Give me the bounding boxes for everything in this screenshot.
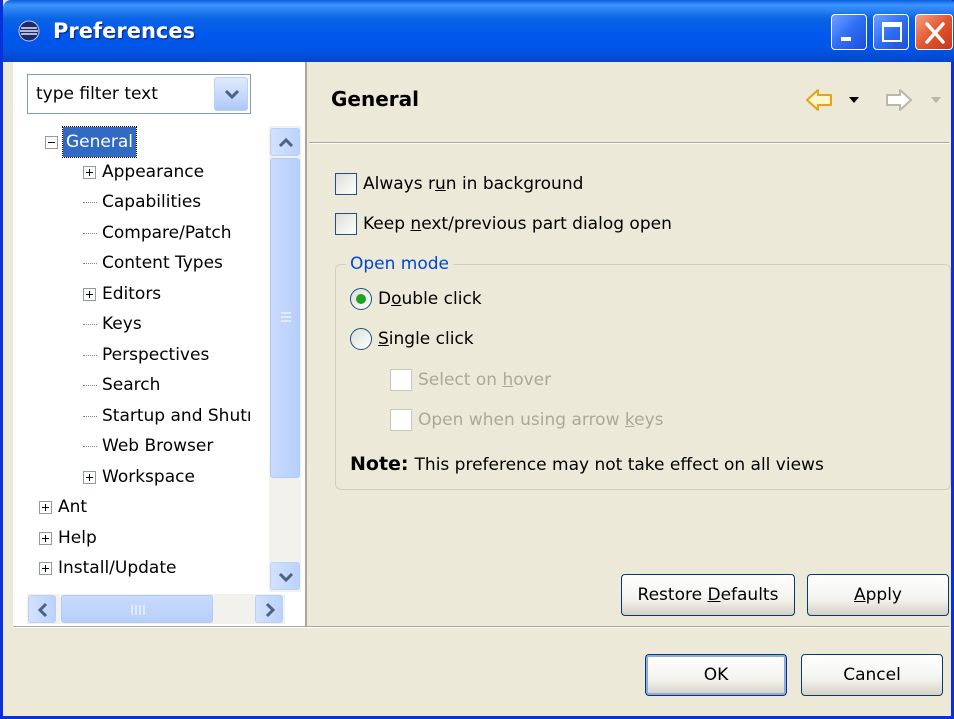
tree-item-install-update[interactable]: Install/Update xyxy=(39,553,179,583)
tree-line xyxy=(83,355,97,356)
tree-line xyxy=(83,263,97,264)
chevron-left-icon xyxy=(37,602,48,618)
expand-icon[interactable] xyxy=(83,471,96,484)
forward-menu-chevron-icon xyxy=(929,84,943,121)
radio-selected-indicator xyxy=(356,294,366,304)
chevron-up-icon xyxy=(278,137,294,148)
filter-combo[interactable] xyxy=(27,74,251,114)
back-menu-chevron-icon[interactable] xyxy=(847,84,861,121)
apply-button[interactable]: Apply xyxy=(807,574,949,616)
close-icon xyxy=(925,22,945,44)
keep-part-dialog-open-checkbox[interactable] xyxy=(335,213,357,235)
restore-defaults-button[interactable]: Restore Defaults xyxy=(621,574,795,616)
ok-button[interactable]: OK xyxy=(645,654,787,696)
tree-item-startup-shutdown[interactable]: Startup and Shutı xyxy=(83,401,255,431)
select-on-hover-checkbox xyxy=(390,369,412,391)
chevron-down-icon xyxy=(278,572,294,583)
eclipse-app-icon xyxy=(17,20,41,42)
maximize-icon xyxy=(882,22,902,42)
cancel-button[interactable]: Cancel xyxy=(801,654,943,696)
tree-line xyxy=(83,324,97,325)
minimize-icon xyxy=(841,37,851,41)
tree-item-appearance[interactable]: Appearance xyxy=(83,157,207,187)
preference-tree-pane: General Appearance Capabilities Compare/… xyxy=(13,62,307,626)
chevron-right-icon xyxy=(265,602,276,618)
filter-input[interactable] xyxy=(28,75,208,113)
title-bar[interactable]: Preferences xyxy=(3,0,954,62)
tree-item-general[interactable]: General xyxy=(45,126,137,158)
horizontal-scroll-thumb[interactable] xyxy=(61,595,213,623)
filter-dropdown-button[interactable] xyxy=(214,77,248,111)
single-click-radio[interactable] xyxy=(350,328,372,350)
header-separator xyxy=(309,142,949,144)
tree-line xyxy=(83,446,97,447)
expand-icon[interactable] xyxy=(39,501,52,514)
vertical-scroll-thumb[interactable] xyxy=(270,158,300,478)
expand-icon[interactable] xyxy=(39,562,52,575)
scroll-left-button[interactable] xyxy=(28,595,56,623)
tree-item-perspectives[interactable]: Perspectives xyxy=(83,340,212,370)
page-header: General xyxy=(309,62,949,142)
tree-vertical-scrollbar[interactable] xyxy=(269,126,301,592)
open-mode-group: Open mode Double click Single click Sele… xyxy=(335,251,951,490)
maximize-button[interactable] xyxy=(873,14,909,50)
chevron-down-icon xyxy=(224,89,240,100)
tree-horizontal-scrollbar[interactable] xyxy=(27,594,285,624)
open-arrow-keys-checkbox xyxy=(390,409,412,431)
tree-item-keys[interactable]: Keys xyxy=(83,309,145,339)
open-mode-group-title: Open mode xyxy=(346,251,454,277)
tree-item-compare-patch[interactable]: Compare/Patch xyxy=(83,218,235,248)
note: Note: This preference may not take effect… xyxy=(350,449,824,480)
tree-item-web-browser[interactable]: Web Browser xyxy=(83,431,216,461)
tree-line xyxy=(83,233,97,234)
tree-line xyxy=(83,385,97,386)
collapse-icon[interactable] xyxy=(45,136,58,149)
forward-arrow-icon xyxy=(883,84,915,121)
preferences-dialog: Preferences General xyxy=(0,0,954,719)
preference-page: General Always run in background Keep ne… xyxy=(309,62,951,626)
expand-icon[interactable] xyxy=(83,166,96,179)
always-run-background-checkbox[interactable] xyxy=(335,173,357,195)
minimize-button[interactable] xyxy=(831,14,867,50)
tree-item-help[interactable]: Help xyxy=(39,523,100,553)
button-bar-separator xyxy=(13,626,949,628)
back-arrow-icon[interactable] xyxy=(803,84,835,121)
note-text: This preference may not take effect on a… xyxy=(414,455,824,475)
tree-item-workspace[interactable]: Workspace xyxy=(83,462,198,492)
tree-item-ant[interactable]: Ant xyxy=(39,492,90,522)
double-click-radio[interactable] xyxy=(350,288,372,310)
scroll-right-button[interactable] xyxy=(255,595,283,623)
tree-item-capabilities[interactable]: Capabilities xyxy=(83,187,204,217)
page-title: General xyxy=(331,87,419,111)
tree-item-editors[interactable]: Editors xyxy=(83,279,164,309)
close-button[interactable] xyxy=(915,14,953,50)
tree-item-content-types[interactable]: Content Types xyxy=(83,248,226,278)
expand-icon[interactable] xyxy=(39,532,52,545)
tree-item-search[interactable]: Search xyxy=(83,370,163,400)
scroll-up-button[interactable] xyxy=(270,128,300,156)
scroll-down-button[interactable] xyxy=(270,562,300,590)
preference-tree[interactable]: General Appearance Capabilities Compare/… xyxy=(27,126,305,624)
note-label: Note: xyxy=(350,453,409,475)
expand-icon[interactable] xyxy=(83,288,96,301)
window-title: Preferences xyxy=(53,19,196,43)
tree-line xyxy=(83,202,97,203)
tree-line xyxy=(83,416,97,417)
